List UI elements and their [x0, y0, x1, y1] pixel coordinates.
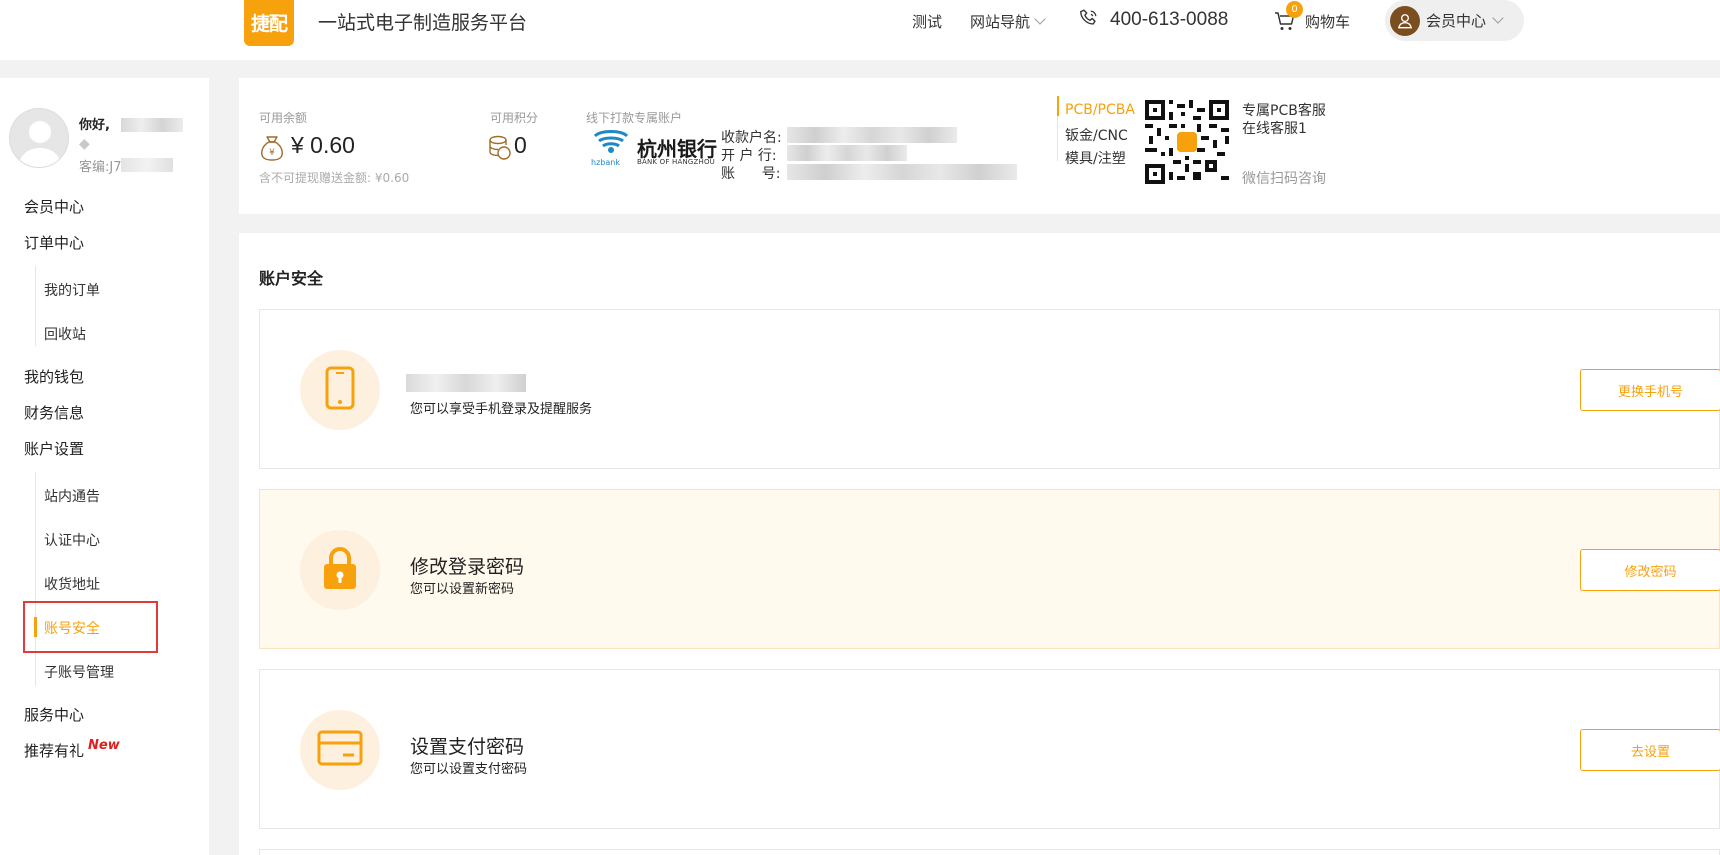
svg-text:¥: ¥ — [269, 148, 275, 158]
sidebar-item-service-center[interactable]: 服务中心 — [24, 704, 84, 725]
next-card-partial — [259, 849, 1720, 855]
customer-number-redacted — [121, 158, 173, 172]
qr-title: 专属PCB客服 — [1242, 103, 1326, 119]
greeting: 你好, — [79, 118, 110, 133]
account-security-panel: 账户安全 您可以享受手机登录及提醒服务 更换手机号 修改登录密码 您可以设置新密… — [239, 233, 1720, 855]
sidebar-item-my-orders[interactable]: 我的订单 — [44, 280, 100, 300]
avatar[interactable] — [9, 108, 69, 168]
balance-note: 含不可提现赠送金额: ¥0.60 — [259, 171, 410, 185]
phone-card: 您可以享受手机登录及提醒服务 更换手机号 — [259, 309, 1720, 469]
qr-subtitle: 在线客服1 — [1242, 121, 1307, 137]
account-number-label: 账 号: — [721, 166, 781, 182]
payee-label: 收款户名: — [721, 130, 782, 146]
cart-label: 购物车 — [1305, 12, 1351, 31]
sidebar-item-finance[interactable]: 财务信息 — [24, 402, 84, 423]
card-icon-wrapper — [300, 530, 380, 610]
member-center-label: 会员中心 — [1426, 12, 1487, 30]
sidebar-item-order-center[interactable]: 订单中心 — [24, 232, 84, 253]
user-profile: 你好, ◆ 客编:J7 — [9, 108, 199, 175]
hotline: 400-613-0088 — [1078, 7, 1228, 33]
top-header: 捷配 一站式电子制造服务平台 测试 网站导航 400-613-0088 0 购物… — [0, 0, 1720, 60]
nav-site-menu[interactable]: 网站导航 — [970, 11, 1046, 32]
submenu-line — [35, 266, 36, 346]
chevron-down-icon — [1492, 12, 1504, 24]
sidebar-item-notices[interactable]: 站内通告 — [44, 486, 100, 506]
username-redacted — [121, 118, 183, 132]
sidebar-item-account-settings[interactable]: 账户设置 — [24, 438, 84, 459]
bank-name-english: BANK OF HANGZHOU — [637, 158, 716, 166]
customer-number: 客编:J7 — [79, 160, 122, 175]
referral-label: 推荐有礼 — [24, 742, 85, 760]
service-tab-indicator — [1057, 96, 1059, 116]
change-phone-button[interactable]: 更换手机号 — [1580, 369, 1720, 411]
card-icon-wrapper — [300, 350, 380, 430]
lock-icon — [320, 545, 360, 595]
chevron-down-icon — [1034, 13, 1046, 25]
nav-site-label: 网站导航 — [970, 13, 1031, 31]
points-label: 可用积分 — [490, 111, 539, 125]
sidebar-item-sub-accounts[interactable]: 子账号管理 — [44, 662, 114, 682]
phone-icon — [1078, 7, 1100, 33]
new-badge: New — [88, 738, 120, 753]
cart-icon: 0 — [1273, 1, 1303, 33]
submenu-line — [35, 472, 36, 686]
user-icon — [1390, 5, 1420, 36]
offline-account-label: 线下打款专属账户 — [586, 111, 683, 125]
hzbank-short: hzbank — [591, 158, 620, 167]
login-password-card: 修改登录密码 您可以设置新密码 修改密码 — [259, 489, 1720, 649]
coins-icon — [488, 134, 512, 166]
bank-branch-redacted — [787, 145, 907, 161]
annotation-highlight-box — [23, 601, 158, 653]
hzbank-logo-icon — [591, 128, 631, 162]
nav-test-link[interactable]: 测试 — [912, 11, 942, 32]
site-slogan: 一站式电子制造服务平台 — [318, 12, 528, 34]
change-password-button[interactable]: 修改密码 — [1580, 549, 1720, 591]
tab-pcb[interactable]: PCB/PCBA — [1065, 102, 1135, 118]
login-password-title: 修改登录密码 — [410, 556, 525, 578]
payment-password-description: 您可以设置支付密码 — [410, 762, 528, 777]
account-number-redacted — [787, 164, 1017, 180]
page-title: 账户安全 — [259, 269, 324, 288]
payee-redacted — [787, 127, 957, 143]
phone-number-redacted — [406, 374, 526, 392]
sidebar-item-address[interactable]: 收货地址 — [44, 574, 100, 594]
card-icon-wrapper — [300, 710, 380, 790]
payment-password-card: 设置支付密码 您可以设置支付密码 去设置 — [259, 669, 1720, 829]
credit-card-icon — [317, 730, 363, 770]
account-info-bar: 可用余额 ¥ ¥ 0.60 含不可提现赠送金额: ¥0.60 可用积分 0 线下… — [239, 78, 1720, 214]
member-center-menu[interactable]: 会员中心 — [1385, 0, 1524, 41]
sidebar-item-auth-center[interactable]: 认证中心 — [44, 530, 100, 550]
bank-branch-label: 开 户 行: — [721, 148, 777, 164]
qr-note: 微信扫码咨询 — [1242, 171, 1326, 187]
payment-password-title: 设置支付密码 — [410, 736, 525, 758]
hotline-number: 400-613-0088 — [1110, 9, 1229, 30]
cart-link[interactable]: 0 购物车 — [1273, 1, 1351, 33]
wechat-qr-code — [1145, 100, 1229, 184]
sidebar-item-member-center[interactable]: 会员中心 — [24, 196, 84, 217]
diamond-icon: ◆ — [79, 136, 90, 152]
tab-sheet-metal[interactable]: 钣金/CNC — [1065, 125, 1128, 145]
points-value: 0 — [514, 132, 527, 158]
login-password-description: 您可以设置新密码 — [410, 582, 515, 597]
balance-label: 可用余额 — [259, 111, 308, 125]
sidebar-item-recycle[interactable]: 回收站 — [44, 324, 86, 344]
service-tab-line — [1057, 116, 1058, 161]
money-bag-icon: ¥ — [259, 134, 285, 166]
sidebar-item-wallet[interactable]: 我的钱包 — [24, 366, 84, 387]
set-payment-password-button[interactable]: 去设置 — [1580, 729, 1720, 771]
sidebar-item-referral[interactable]: 推荐有礼 New — [24, 738, 120, 761]
mobile-phone-icon — [325, 366, 355, 414]
cart-count-badge: 0 — [1286, 1, 1303, 18]
balance-value: ¥ 0.60 — [291, 132, 355, 158]
tab-mold[interactable]: 模具/注塑 — [1065, 148, 1126, 168]
site-logo[interactable]: 捷配 — [244, 0, 294, 46]
phone-description: 您可以享受手机登录及提醒服务 — [410, 402, 593, 417]
